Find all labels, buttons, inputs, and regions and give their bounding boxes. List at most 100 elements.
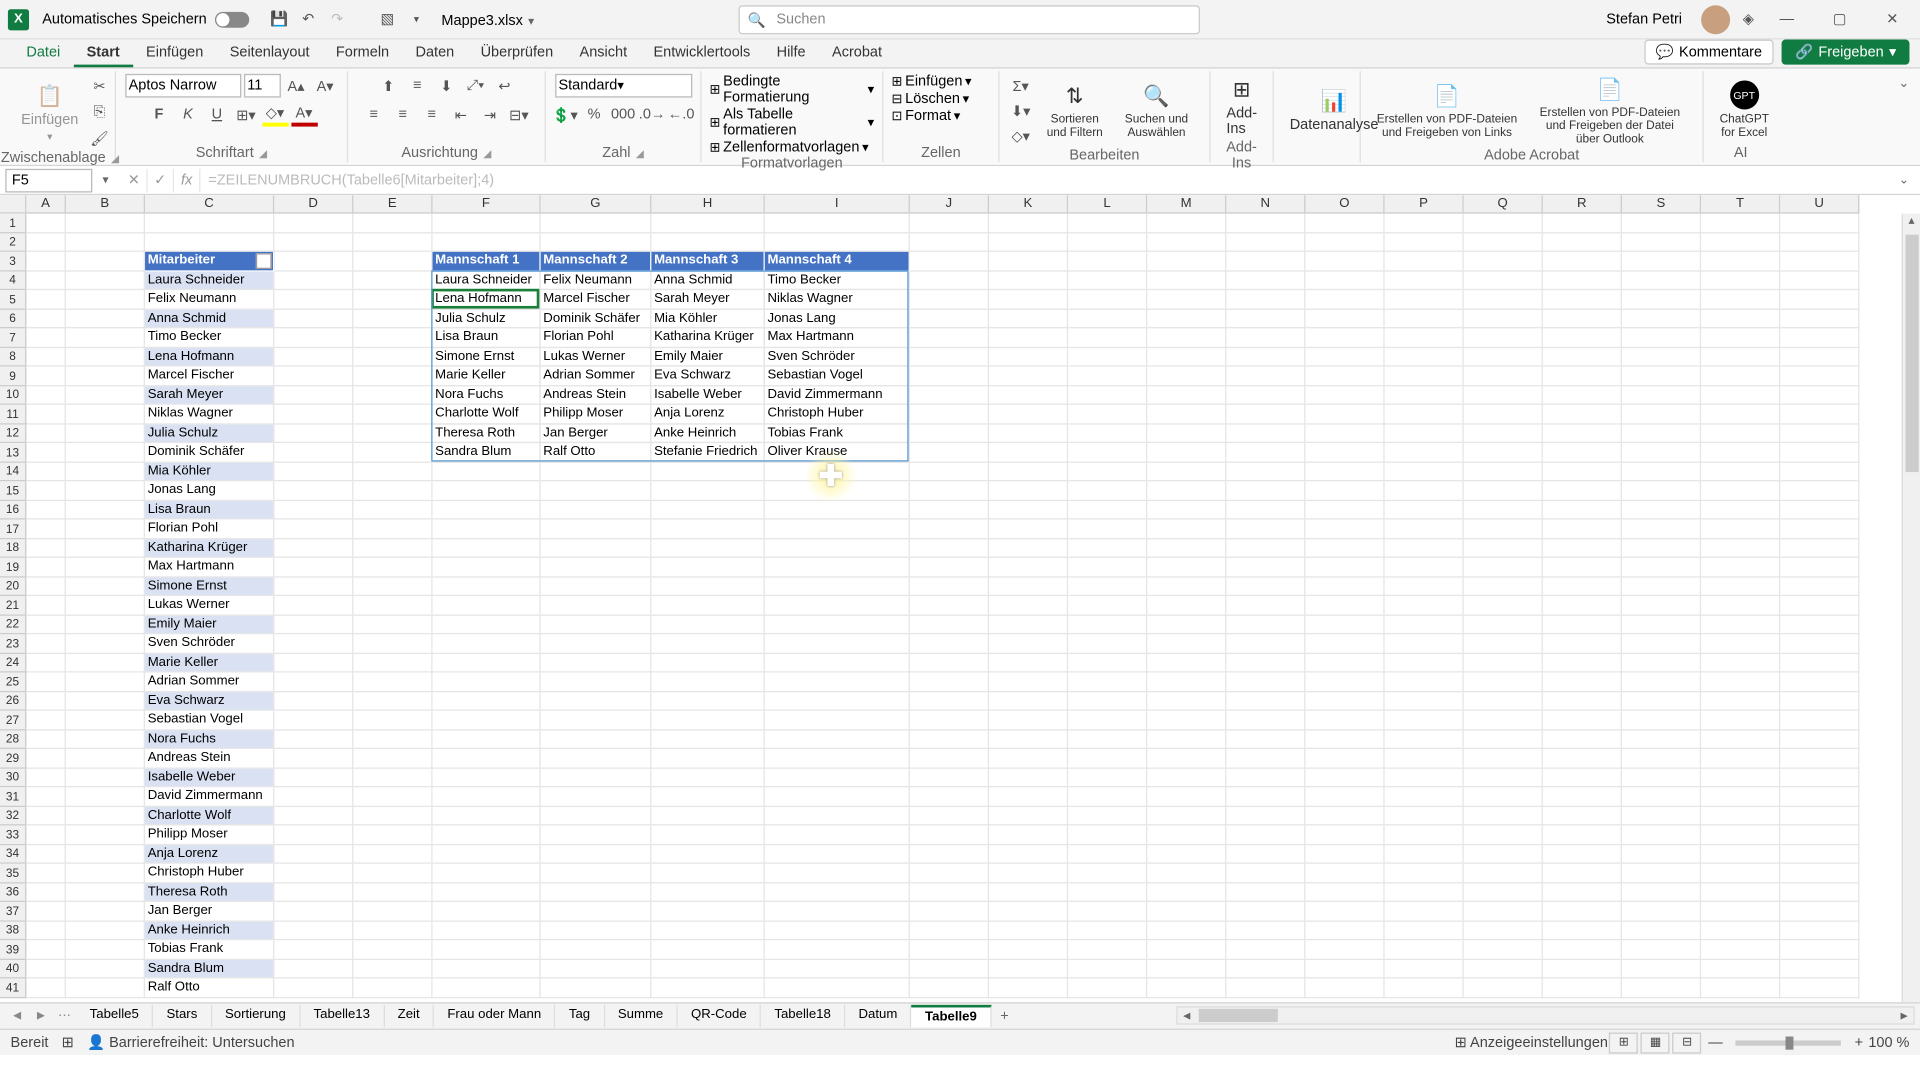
column-header[interactable]: O — [1306, 195, 1385, 213]
wrap-text-icon[interactable]: ↩ — [491, 74, 517, 98]
paste-button[interactable]: 📋Einfügen▾ — [13, 80, 86, 145]
column-header[interactable]: H — [651, 195, 764, 213]
accessibility-status[interactable]: 👤 Barrierefreiheit: Untersuchen — [87, 1034, 295, 1051]
sheet-tab[interactable]: Summe — [605, 1005, 678, 1027]
sheet-tab[interactable]: Tabelle18 — [761, 1005, 845, 1027]
cell[interactable]: Lisa Braun — [433, 328, 541, 347]
cell[interactable]: Adrian Sommer — [541, 367, 652, 386]
cell[interactable]: Julia Schulz — [145, 424, 274, 443]
column-header[interactable]: E — [353, 195, 432, 213]
menu-tab-entwicklertools[interactable]: Entwicklertools — [640, 41, 763, 67]
column-header[interactable]: F — [433, 195, 541, 213]
increase-indent-icon[interactable]: ⇥ — [477, 103, 503, 127]
row-header[interactable]: 38 — [0, 921, 26, 940]
row-header[interactable]: 23 — [0, 634, 26, 653]
cell[interactable]: Lena Hofmann — [145, 347, 274, 366]
row-header[interactable]: 39 — [0, 940, 26, 959]
cell[interactable]: Tobias Frank — [145, 940, 274, 959]
cell[interactable]: Niklas Wagner — [765, 290, 910, 309]
format-cells-button[interactable]: ⊡ Format ▾ — [891, 108, 960, 124]
percent-icon[interactable]: % — [581, 103, 607, 127]
cell[interactable]: Max Hartmann — [145, 558, 274, 577]
cell[interactable]: Katharina Krüger — [145, 539, 274, 558]
cell[interactable]: Dominik Schäfer — [145, 443, 274, 462]
cell[interactable]: Charlotte Wolf — [433, 405, 541, 424]
maximize-button[interactable]: ▢ — [1820, 6, 1860, 32]
row-header[interactable]: 35 — [0, 864, 26, 883]
cell[interactable]: Christoph Huber — [145, 864, 274, 883]
row-header[interactable]: 34 — [0, 845, 26, 864]
sort-filter-button[interactable]: ⇅Sortieren und Filtern — [1034, 80, 1116, 141]
cell[interactable]: Andreas Stein — [541, 386, 652, 405]
column-header[interactable]: S — [1622, 195, 1701, 213]
cell[interactable]: Mannschaft 4 — [765, 252, 910, 271]
number-format-combo[interactable]: Standard ▾ — [555, 74, 692, 98]
zoom-slider[interactable] — [1736, 1040, 1841, 1045]
cell[interactable]: Philipp Moser — [541, 405, 652, 424]
cell[interactable]: Isabelle Weber — [145, 768, 274, 787]
cell[interactable]: Sarah Meyer — [651, 290, 764, 309]
cell[interactable]: Philipp Moser — [145, 826, 274, 845]
cell[interactable]: Florian Pohl — [145, 520, 274, 539]
menu-tab-acrobat[interactable]: Acrobat — [819, 41, 895, 67]
cell[interactable]: Florian Pohl — [541, 328, 652, 347]
cell[interactable]: Jonas Lang — [765, 309, 910, 328]
cell[interactable]: Emily Maier — [651, 347, 764, 366]
sheet-tab[interactable]: QR-Code — [678, 1005, 761, 1027]
decrease-font-icon[interactable]: A▾ — [312, 74, 338, 98]
cell[interactable]: Julia Schulz — [433, 309, 541, 328]
cell[interactable]: Ralf Otto — [145, 978, 274, 997]
clear-icon[interactable]: ◇▾ — [1007, 124, 1033, 148]
cell[interactable]: Marie Keller — [145, 653, 274, 672]
row-header[interactable]: 13 — [0, 443, 26, 462]
row-header[interactable]: 29 — [0, 749, 26, 768]
column-header[interactable]: J — [910, 195, 989, 213]
copy-icon[interactable]: ⎘ — [86, 100, 112, 124]
formula-input[interactable]: =ZEILENUMBRUCH(Tabelle6[Mitarbeiter];4) — [200, 172, 1898, 188]
column-header[interactable]: B — [66, 195, 145, 213]
undo-icon[interactable]: ↶ — [296, 7, 320, 31]
increase-decimal-icon[interactable]: .0→ — [639, 103, 665, 127]
row-header[interactable]: 11 — [0, 405, 26, 424]
cell[interactable]: Nora Fuchs — [145, 730, 274, 749]
increase-font-icon[interactable]: A▴ — [283, 74, 309, 98]
user-name[interactable]: Stefan Petri — [1606, 11, 1682, 27]
cell[interactable]: Anja Lorenz — [651, 405, 764, 424]
row-header[interactable]: 10 — [0, 386, 26, 405]
column-header[interactable]: L — [1068, 195, 1147, 213]
cell[interactable]: Christoph Huber — [765, 405, 910, 424]
column-header[interactable]: R — [1543, 195, 1622, 213]
page-layout-view-button[interactable]: ▦ — [1641, 1032, 1670, 1053]
italic-button[interactable]: K — [175, 103, 201, 127]
qat-dropdown-icon[interactable]: ▾ — [404, 7, 428, 31]
cell[interactable]: Timo Becker — [145, 328, 274, 347]
cell[interactable]: Niklas Wagner — [145, 405, 274, 424]
row-header[interactable]: 18 — [0, 539, 26, 558]
cell[interactable]: Max Hartmann — [765, 328, 910, 347]
cell[interactable]: Adrian Sommer — [145, 673, 274, 692]
orientation-icon[interactable]: ⤢▾ — [462, 74, 488, 98]
row-header[interactable]: 17 — [0, 520, 26, 539]
cell[interactable]: Jan Berger — [541, 424, 652, 443]
cell[interactable]: Charlotte Wolf — [145, 806, 274, 825]
spreadsheet-grid[interactable]: ABCDEFGHIJKLMNOPQRSTU 123456789101112131… — [0, 195, 1920, 1002]
column-header[interactable]: N — [1226, 195, 1305, 213]
row-header[interactable]: 15 — [0, 481, 26, 500]
autosave-toggle[interactable] — [215, 11, 249, 27]
merge-icon[interactable]: ⊟▾ — [506, 103, 532, 127]
border-button[interactable]: ⊞▾ — [233, 103, 259, 127]
column-header[interactable]: G — [541, 195, 652, 213]
row-header[interactable]: 31 — [0, 787, 26, 806]
add-sheet-button[interactable]: + — [991, 1008, 1017, 1024]
column-header[interactable]: C — [145, 195, 274, 213]
row-header[interactable]: 21 — [0, 596, 26, 615]
cut-icon[interactable]: ✂ — [86, 74, 112, 98]
cell[interactable]: Lena Hofmann — [433, 290, 541, 309]
column-header[interactable]: U — [1780, 195, 1859, 213]
sheet-nav-more[interactable]: ⋯ — [53, 1009, 77, 1024]
row-header[interactable]: 26 — [0, 692, 26, 711]
column-header[interactable]: P — [1385, 195, 1464, 213]
row-header[interactable]: 27 — [0, 711, 26, 730]
namebox-dropdown-icon[interactable]: ▾ — [98, 173, 114, 188]
sheet-tab[interactable]: Tabelle9 — [912, 1005, 991, 1027]
